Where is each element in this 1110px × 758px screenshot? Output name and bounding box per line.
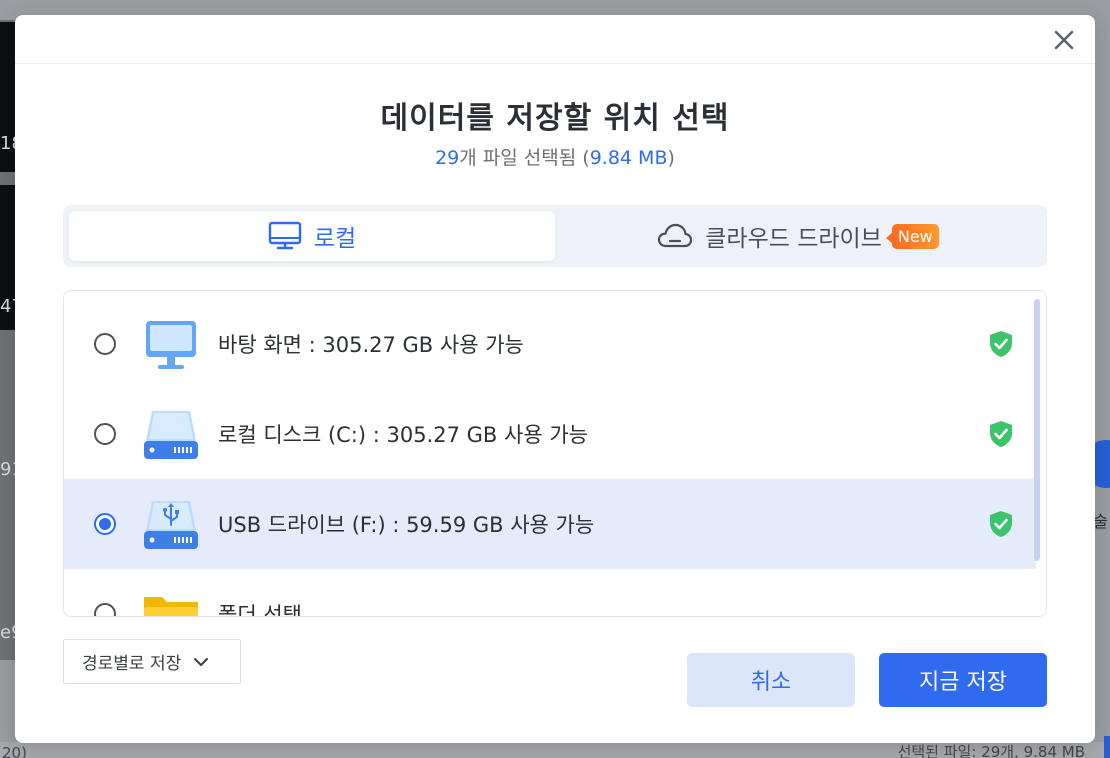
monitor-icon — [268, 221, 302, 250]
radio-usb[interactable] — [94, 513, 116, 535]
location-row-usb[interactable]: USB 드라이브 (F:) : 59.59 GB 사용 가능 — [64, 479, 1036, 569]
shield-check-icon — [990, 331, 1012, 357]
location-list: 바탕 화면 : 305.27 GB 사용 가능 로컬 디스크 (C:) : 30… — [63, 290, 1047, 617]
background-accent — [1104, 736, 1110, 758]
file-count: 29 — [435, 147, 460, 169]
location-label: 로컬 디스크 (C:) : 305.27 GB 사용 가능 — [218, 423, 588, 447]
location-tabs: 로컬 클라우드 드라이브 New — [63, 205, 1047, 267]
location-row-desktop[interactable]: 바탕 화면 : 305.27 GB 사용 가능 — [64, 299, 1036, 389]
desktop-monitor-icon — [146, 321, 196, 369]
background-status-right: 선택된 파일: 29개, 9.84 MB — [897, 743, 1085, 758]
tab-cloud-drive[interactable]: 클라우드 드라이브 New — [555, 211, 1041, 261]
cloud-icon — [658, 223, 693, 248]
location-row-local-disk[interactable]: 로컬 디스크 (C:) : 305.27 GB 사용 가능 — [64, 389, 1036, 479]
header-divider — [15, 63, 1095, 64]
save-now-button[interactable]: 지금 저장 — [879, 653, 1047, 707]
dialog-subtitle: 29개 파일 선택됨 (9.84 MB) — [15, 143, 1095, 170]
file-size-suffix: ) — [667, 147, 675, 169]
usb-drive-icon — [144, 501, 198, 549]
background-right-text: 술 — [1093, 512, 1108, 531]
new-badge: New — [885, 223, 939, 249]
save-by-path-dropdown[interactable]: 경로별로 저장 — [63, 639, 241, 684]
folder-icon — [144, 597, 198, 616]
shield-check-icon — [990, 511, 1012, 537]
radio-folder[interactable] — [94, 603, 116, 616]
tab-local-label: 로컬 — [313, 226, 357, 252]
radio-local-disk[interactable] — [94, 423, 116, 445]
location-label: 바탕 화면 : 305.27 GB 사용 가능 — [218, 333, 524, 357]
hard-drive-icon — [144, 411, 198, 459]
tab-cloud-label: 클라우드 드라이브 — [705, 226, 882, 252]
background-status-left: 20) — [2, 744, 27, 758]
dialog-title: 데이터를 저장할 위치 선택 — [380, 101, 730, 136]
save-location-dialog: 데이터를 저장할 위치 선택 29개 파일 선택됨 (9.84 MB) 로컬 클… — [15, 15, 1095, 743]
chevron-down-icon — [194, 657, 209, 666]
location-row-folder[interactable]: 폴더 선택 — [64, 569, 1036, 617]
tab-local[interactable]: 로컬 — [69, 211, 555, 261]
close-button[interactable] — [1047, 23, 1081, 57]
cancel-button[interactable]: 취소 — [687, 653, 855, 707]
file-size: 9.84 MB — [589, 147, 668, 169]
location-label: USB 드라이브 (F:) : 59.59 GB 사용 가능 — [218, 513, 595, 537]
save-by-path-label: 경로별로 저장 — [82, 654, 182, 674]
close-icon — [1054, 30, 1074, 50]
radio-desktop[interactable] — [94, 333, 116, 355]
shield-check-icon — [990, 421, 1012, 447]
list-scrollbar[interactable] — [1034, 299, 1040, 561]
file-count-suffix: 개 파일 선택됨 ( — [459, 147, 590, 169]
location-label: 폴더 선택 — [218, 603, 302, 617]
